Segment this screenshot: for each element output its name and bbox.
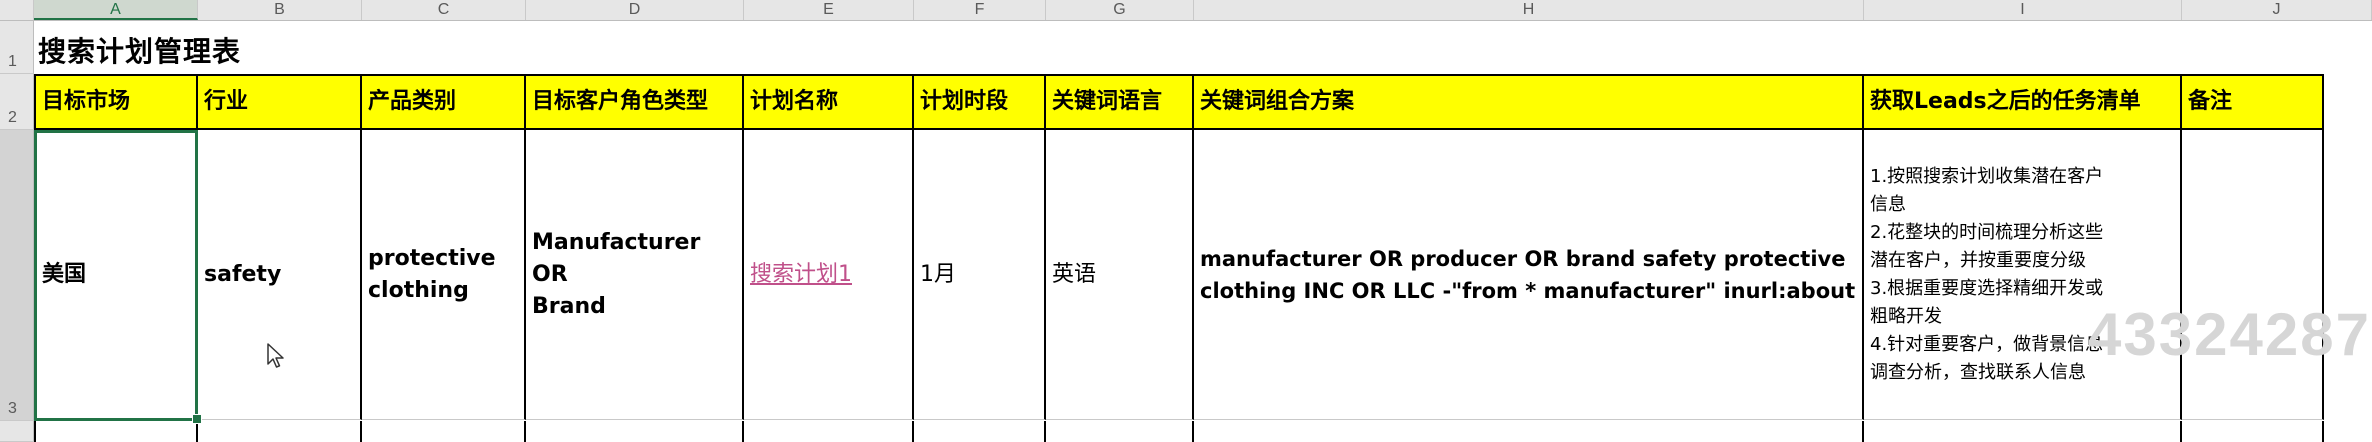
cell-product-category[interactable]: protective clothing (362, 130, 526, 420)
column-header-f[interactable]: F (914, 0, 1046, 20)
cell-d4[interactable] (526, 421, 744, 442)
mouse-pointer-icon (267, 343, 284, 368)
cell-text: 美国 (42, 261, 87, 287)
row-number: 3 (8, 400, 17, 417)
column-header-d[interactable]: D (526, 0, 744, 20)
select-all-corner[interactable] (0, 0, 34, 20)
column-header-b[interactable]: B (198, 0, 362, 20)
cell-text-line: protective (368, 245, 496, 271)
cell-j4[interactable] (2182, 421, 2324, 442)
row-header-4[interactable] (0, 421, 34, 442)
cell-keyword-language[interactable]: 英语 (1046, 130, 1194, 420)
cell-text: safety (204, 261, 282, 287)
header-target-market[interactable]: 目标市场 (34, 74, 198, 130)
cell-b4[interactable] (198, 421, 362, 442)
task-line: 潜在客户，并按重要度分级 (1870, 249, 2086, 271)
header-customer-role[interactable]: 目标客户角色类型 (526, 74, 744, 130)
row-header-3[interactable]: 3 (0, 130, 34, 421)
cell-f4[interactable] (914, 421, 1046, 442)
cell-plan-period[interactable]: 1月 (914, 130, 1046, 420)
column-header-h[interactable]: H (1194, 0, 1864, 20)
fill-handle[interactable] (192, 414, 202, 424)
row-number: 2 (8, 109, 17, 126)
cell-c4[interactable] (362, 421, 526, 442)
task-line: 2.花整块的时间梳理分析这些 (1870, 221, 2104, 243)
sheet-title[interactable]: 搜索计划管理表 (38, 30, 241, 70)
task-line: 粗略开发 (1870, 305, 1942, 327)
task-line: 调查分析，查找联系人信息 (1870, 361, 2086, 383)
column-header-c[interactable]: C (362, 0, 526, 20)
cell-e4[interactable] (744, 421, 914, 442)
column-header-j[interactable]: J (2182, 0, 2372, 20)
plan-name-link[interactable]: 搜索计划1 (750, 259, 852, 291)
cell-notes[interactable] (2182, 130, 2324, 420)
row-header-1[interactable]: 1 (0, 21, 34, 74)
cell-text-line: Brand (532, 293, 606, 319)
cell-i4[interactable] (1864, 421, 2182, 442)
header-industry[interactable]: 行业 (198, 74, 362, 130)
task-line: 1.按照搜索计划收集潜在客户 (1870, 165, 2104, 187)
column-header-i[interactable]: I (1864, 0, 2182, 20)
cell-task-list[interactable]: 1.按照搜索计划收集潜在客户 信息 2.花整块的时间梳理分析这些 潜在客户，并按… (1864, 130, 2182, 420)
cell-keyword-scheme[interactable]: manufacturer OR producer OR brand safety… (1194, 130, 1864, 420)
header-keyword-language[interactable]: 关键词语言 (1046, 74, 1194, 130)
row-header-2[interactable]: 2 (0, 74, 34, 130)
cell-customer-role[interactable]: Manufacturer OR Brand (526, 130, 744, 420)
row-number: 1 (8, 53, 17, 70)
cell-text: 1月 (920, 261, 956, 287)
task-line: 3.根据重要度选择精细开发或 (1870, 277, 2104, 299)
header-plan-period[interactable]: 计划时段 (914, 74, 1046, 130)
row-4-partial (34, 421, 2372, 442)
header-keyword-scheme[interactable]: 关键词组合方案 (1194, 74, 1864, 130)
column-header-g[interactable]: G (1046, 0, 1194, 20)
cell-a4[interactable] (34, 421, 198, 442)
cell-text-line: Manufacturer OR (532, 229, 701, 287)
cell-h4[interactable] (1194, 421, 1864, 442)
cell-text-line: clothing (368, 277, 469, 303)
header-product-category[interactable]: 产品类别 (362, 74, 526, 130)
task-line: 4.针对重要客户，做背景信息 (1870, 333, 2104, 355)
column-header-e[interactable]: E (744, 0, 914, 20)
header-task-list[interactable]: 获取Leads之后的任务清单 (1864, 74, 2182, 130)
cell-market[interactable]: 美国 (34, 130, 198, 420)
cell-text-line: clothing INC OR LLC -"from * manufacture… (1200, 278, 1856, 303)
header-notes[interactable]: 备注 (2182, 74, 2324, 130)
cell-text: 英语 (1052, 261, 1097, 287)
cell-plan-name[interactable]: 搜索计划1 (744, 130, 914, 420)
cell-text-line: manufacturer OR producer OR brand safety… (1200, 246, 1846, 271)
column-header-a[interactable]: A (34, 0, 198, 20)
column-header-bar: A B C D E F G H I J (0, 0, 2372, 21)
task-line: 信息 (1870, 193, 1906, 215)
cell-industry[interactable]: safety (198, 130, 362, 420)
header-plan-name[interactable]: 计划名称 (744, 74, 914, 130)
watermark: 43324287 (2088, 301, 2371, 368)
cell-g4[interactable] (1046, 421, 1194, 442)
